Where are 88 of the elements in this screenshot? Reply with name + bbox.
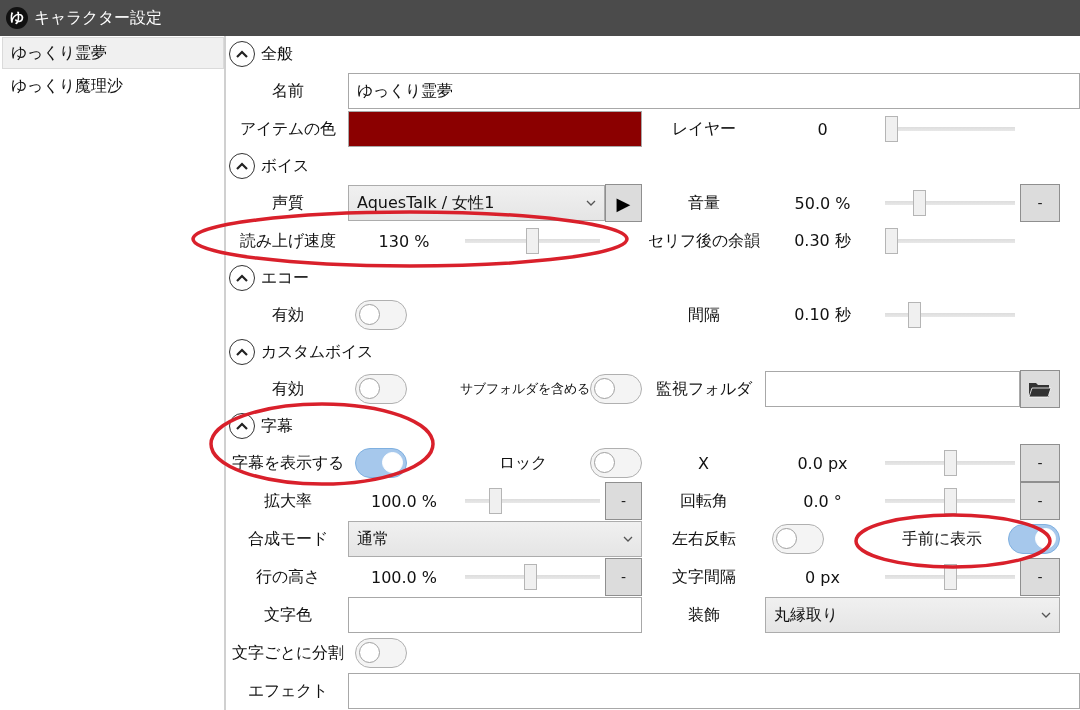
toggle-switch[interactable]	[772, 524, 824, 554]
setting-label: 回転角	[678, 490, 729, 512]
toggle-switch[interactable]	[355, 300, 407, 330]
setting-label: 拡大率	[263, 490, 313, 512]
chevron-down-icon	[586, 200, 596, 206]
color-field[interactable]	[348, 597, 642, 633]
setting-label: 有効	[271, 304, 305, 326]
setting-label: セリフ後の余韻	[646, 230, 761, 252]
setting-label: 文字間隔	[670, 566, 737, 588]
toggle-switch[interactable]	[355, 638, 407, 668]
collapse-button[interactable]	[229, 265, 255, 291]
setting-label: 間隔	[686, 304, 721, 326]
toggle-switch[interactable]	[590, 448, 642, 478]
chevron-down-icon	[1041, 612, 1051, 618]
setting-label: ロック	[498, 452, 548, 474]
value-text: 100.0 %	[369, 567, 439, 587]
app-icon: ゆ	[6, 7, 28, 29]
section-title: エコー	[261, 267, 309, 289]
setting-label: レイヤー	[670, 118, 737, 140]
setting-label: 字幕を表示する	[231, 452, 345, 474]
value-text: 0 px	[804, 567, 841, 587]
setting-label: 文字色	[263, 604, 313, 626]
slider-thumb[interactable]	[885, 228, 898, 254]
folder-path-field[interactable]	[765, 371, 1020, 407]
value-text: 0.10 秒	[793, 304, 852, 326]
reset-button[interactable]: -	[1020, 184, 1060, 222]
setting-label: 左右反転	[670, 528, 737, 550]
value-text: 100.0 %	[369, 491, 439, 511]
dropdown[interactable]: AquesTalk / 女性1	[348, 185, 605, 221]
reset-button[interactable]: -	[605, 482, 642, 520]
setting-label: アイテムの色	[239, 118, 337, 140]
setting-label: 合成モード	[247, 528, 329, 550]
setting-label: 文字ごとに分割	[231, 642, 345, 664]
chevron-down-icon	[623, 536, 633, 542]
setting-label: X	[697, 453, 710, 473]
section-title: ボイス	[261, 155, 309, 177]
chevron-up-icon	[236, 348, 248, 356]
play-button[interactable]: ▶	[605, 184, 642, 222]
section-title: 字幕	[261, 415, 293, 437]
sidebar-item[interactable]: ゆっくり霊夢	[2, 37, 224, 69]
value-text: 0.0 px	[796, 453, 849, 473]
collapse-button[interactable]	[229, 41, 255, 67]
slider-thumb[interactable]	[908, 302, 922, 328]
reset-button[interactable]: -	[605, 558, 642, 596]
setting-label: エフェクト	[247, 680, 329, 702]
text-field[interactable]: ゆっくり霊夢	[348, 73, 1080, 109]
slider-thumb[interactable]	[943, 488, 957, 514]
sidebar-item[interactable]: ゆっくり魔理沙	[2, 70, 224, 102]
setting-label: 監視フォルダ	[654, 378, 753, 400]
value-text: 130 %	[377, 231, 431, 251]
value-text: 0.30 秒	[793, 230, 852, 252]
chevron-up-icon	[236, 422, 248, 430]
text-field[interactable]	[348, 673, 1080, 709]
setting-label: 有効	[271, 378, 305, 400]
browse-button[interactable]	[1020, 370, 1060, 408]
setting-label: 声質	[271, 192, 305, 214]
window-title: キャラクター設定	[34, 7, 162, 29]
reset-button[interactable]: -	[1020, 558, 1060, 596]
toggle-switch[interactable]	[355, 374, 407, 404]
value-text: 0.0 °	[802, 491, 843, 511]
slider-thumb[interactable]	[885, 116, 898, 142]
setting-label: 名前	[271, 80, 305, 102]
setting-label: 手前に表示	[901, 528, 983, 550]
slider-thumb[interactable]	[526, 228, 539, 254]
chevron-up-icon	[236, 50, 248, 58]
toggle-switch[interactable]	[590, 374, 642, 404]
toggle-switch[interactable]	[355, 448, 407, 478]
section-title: カスタムボイス	[261, 341, 373, 363]
setting-label: 装飾	[686, 604, 721, 626]
section-title: 全般	[261, 43, 293, 65]
reset-button[interactable]: -	[1020, 482, 1060, 520]
chevron-up-icon	[236, 162, 248, 170]
value-text: 50.0 %	[793, 193, 852, 213]
slider-thumb[interactable]	[913, 190, 927, 216]
chevron-up-icon	[236, 274, 248, 282]
collapse-button[interactable]	[229, 339, 255, 365]
slider-thumb[interactable]	[943, 450, 957, 476]
collapse-button[interactable]	[229, 153, 255, 179]
slider-thumb[interactable]	[489, 488, 503, 514]
slider-thumb[interactable]	[523, 564, 537, 590]
color-field[interactable]	[348, 111, 642, 147]
setting-label: 音量	[686, 192, 721, 214]
setting-label: 読み上げ速度	[239, 230, 337, 252]
reset-button[interactable]: -	[1020, 444, 1060, 482]
dropdown[interactable]: 通常	[348, 521, 642, 557]
setting-label: 行の高さ	[255, 566, 321, 588]
dropdown[interactable]: 丸縁取り	[765, 597, 1060, 633]
value-text: 0	[816, 119, 829, 139]
